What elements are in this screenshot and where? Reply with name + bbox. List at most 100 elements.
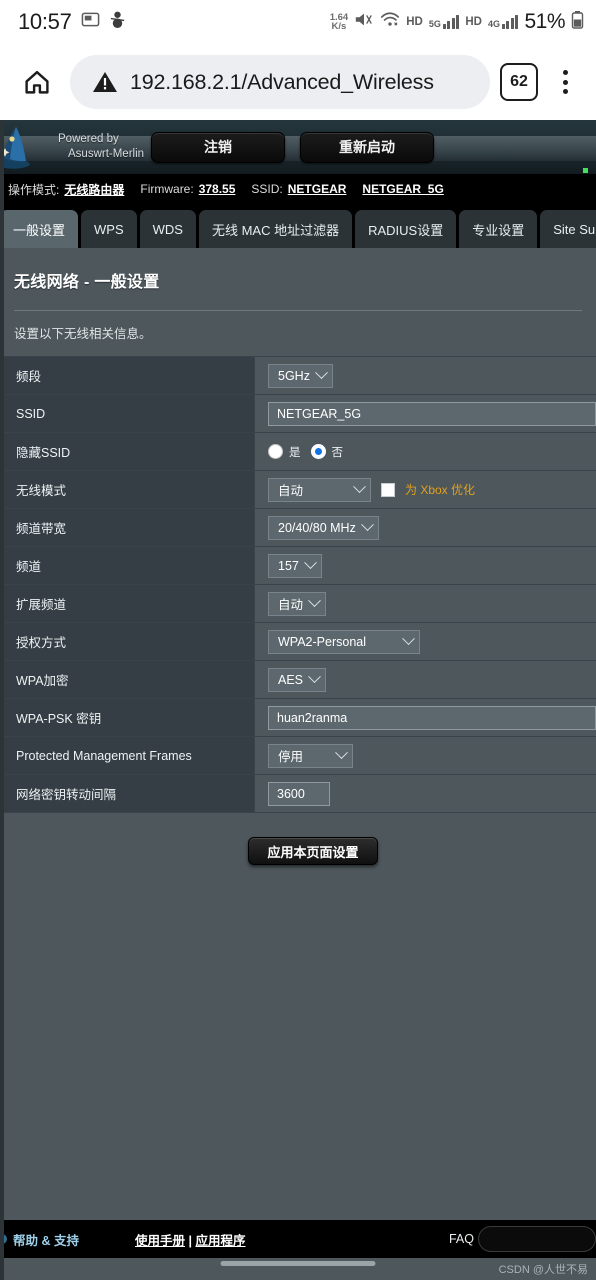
router-admin-page: Powered by Asuswrt-Merlin 注销 重新启动 操作模式: … — [0, 120, 596, 1280]
home-indicator[interactable] — [220, 1261, 376, 1266]
page-left-edge — [0, 120, 4, 1280]
chevron-down-icon — [402, 632, 415, 646]
hide-ssid-yes-label: 是 — [289, 446, 301, 459]
tab-general-settings[interactable]: 一般设置 — [0, 210, 79, 248]
tab-wps[interactable]: WPS — [81, 210, 137, 248]
row-wireless-mode: 无线模式 自动 为 Xbox 优化 — [0, 471, 596, 509]
row-value: 是 否 — [255, 433, 596, 470]
tab-professional[interactable]: 专业设置 — [459, 210, 538, 248]
tab-count-button[interactable]: 62 — [500, 63, 538, 101]
tab-radius[interactable]: RADIUS设置 — [355, 210, 457, 248]
hide-ssid-yes-option[interactable]: 是 — [268, 444, 301, 460]
faq-search-box[interactable] — [478, 1226, 596, 1252]
row-label: 隐藏SSID — [0, 433, 255, 470]
url-bar[interactable]: 192.168.2.1/Advanced_Wireless — [70, 55, 490, 109]
row-value: huan2ranma — [255, 699, 596, 736]
page-footer: 帮助 & 支持 使用手册 | 应用程序 FAQ — [0, 1220, 596, 1258]
row-label: 扩展频道 — [0, 585, 255, 622]
tab-label: Site Survey — [553, 221, 596, 237]
auth-method-select[interactable]: WPA2-Personal — [268, 629, 420, 654]
firmware-label: Firmware: — [140, 182, 194, 196]
bandwidth-select[interactable]: 20/40/80 MHz — [268, 515, 379, 540]
row-value: 停用 — [255, 737, 596, 774]
tab-count-label: 62 — [510, 73, 528, 90]
utility-link[interactable]: 应用程序 — [195, 1234, 245, 1248]
chevron-down-icon — [308, 670, 321, 684]
faq-label: FAQ — [448, 1232, 474, 1246]
row-auth-method: 授权方式 WPA2-Personal — [0, 623, 596, 661]
row-hide-ssid: 隐藏SSID 是 否 — [0, 433, 596, 471]
tab-label: 专业设置 — [472, 222, 525, 238]
operating-mode-value[interactable]: 无线路由器 — [64, 181, 124, 198]
tab-label: WDS — [152, 221, 183, 237]
chevron-down-icon — [308, 594, 321, 608]
pmf-select[interactable]: 停用 — [268, 743, 353, 768]
status-bar-left: 10:57 — [18, 9, 126, 35]
page-title: 无线网络 - 一般设置 — [14, 274, 160, 291]
hd-label-2: HD — [465, 16, 482, 28]
status-bar-right: 1.64 K/s HD 5G HD 4G 51% — [330, 0, 584, 44]
operating-mode-bar: 操作模式: 无线路由器 Firmware: 378.55 SSID: NETGE… — [0, 174, 596, 204]
chevron-down-icon — [360, 518, 374, 532]
section-header: 无线网络 - 一般设置 — [0, 248, 596, 311]
key-rotation-input[interactable]: 3600 — [268, 781, 330, 806]
tab-wds[interactable]: WDS — [139, 210, 196, 248]
wpa-encryption-select[interactable]: AES — [268, 667, 327, 692]
ext-channel-select[interactable]: 自动 — [268, 591, 327, 616]
network-type-label-2: 4G — [487, 19, 500, 29]
radio-selected-icon[interactable] — [310, 444, 326, 459]
row-value: 自动 — [255, 585, 596, 622]
tab-mac-filter[interactable]: 无线 MAC 地址过滤器 — [198, 210, 353, 248]
user-manual-link[interactable]: 使用手册 — [135, 1234, 185, 1248]
status-indicator-dot — [583, 168, 588, 173]
mute-icon — [354, 11, 374, 33]
bandwidth-value: 20/40/80 MHz — [278, 520, 356, 535]
chevron-down-icon — [353, 480, 366, 494]
row-label: 无线模式 — [0, 471, 255, 508]
row-ext-channel: 扩展频道 自动 — [0, 585, 596, 623]
reboot-label: 重新启动 — [339, 139, 396, 155]
settings-content: 无线网络 - 一般设置 设置以下无线相关信息。 频段 5GHz SSID NET… — [0, 248, 596, 889]
ssid-input[interactable]: NETGEAR_5G — [268, 401, 596, 426]
row-value: WPA2-Personal — [255, 623, 596, 660]
bottom-strip: CSDN @人世不易 — [0, 1258, 596, 1280]
home-icon[interactable] — [14, 59, 60, 105]
router-banner: Powered by Asuswrt-Merlin 注销 重新启动 — [0, 120, 596, 174]
reboot-button[interactable]: 重新启动 — [300, 131, 435, 163]
apply-button-row: 应用本页面设置 — [0, 813, 596, 889]
row-label: WPA加密 — [0, 661, 255, 698]
row-label: Protected Management Frames — [0, 737, 255, 774]
snowman-icon — [109, 10, 126, 34]
ssid-5g-link[interactable]: NETGEAR_5G — [362, 182, 443, 196]
apply-settings-button[interactable]: 应用本页面设置 — [248, 837, 378, 865]
firmware-version[interactable]: 378.55 — [199, 182, 236, 196]
row-value: AES — [255, 661, 596, 698]
tab-label: 一般设置 — [13, 222, 66, 238]
pmf-value: 停用 — [278, 750, 304, 764]
browser-toolbar: 192.168.2.1/Advanced_Wireless 62 — [0, 44, 596, 120]
wireless-mode-select[interactable]: 自动 — [268, 477, 371, 502]
row-label: 频段 — [0, 357, 255, 394]
ext-channel-value: 自动 — [278, 598, 304, 612]
row-wpa-psk-key: WPA-PSK 密钥 huan2ranma — [0, 699, 596, 737]
wpa-psk-input[interactable]: huan2ranma — [268, 705, 596, 730]
row-label: 频道 — [0, 547, 255, 584]
overflow-menu-icon[interactable] — [548, 59, 582, 105]
help-support-link[interactable]: 帮助 & 支持 — [0, 1230, 79, 1249]
row-value: NETGEAR_5G — [255, 395, 596, 432]
hide-ssid-no-label: 否 — [331, 446, 344, 459]
hide-ssid-no-option[interactable]: 否 — [310, 444, 344, 460]
row-label: 授权方式 — [0, 623, 255, 660]
powered-by-line1: Powered by — [58, 133, 119, 145]
band-select-value: 5GHz — [278, 368, 310, 383]
channel-select[interactable]: 157 — [268, 553, 322, 578]
ssid-2g-link[interactable]: NETGEAR — [288, 182, 347, 196]
tab-site-survey[interactable]: Site Survey — [540, 210, 596, 248]
logout-button[interactable]: 注销 — [151, 131, 286, 163]
wifi-icon — [380, 11, 400, 33]
radio-unselected-icon[interactable] — [268, 444, 283, 459]
row-value: 157 — [255, 547, 596, 584]
xbox-optimize-checkbox[interactable] — [381, 482, 395, 497]
band-select[interactable]: 5GHz — [268, 363, 333, 388]
row-label: WPA-PSK 密钥 — [0, 699, 255, 736]
